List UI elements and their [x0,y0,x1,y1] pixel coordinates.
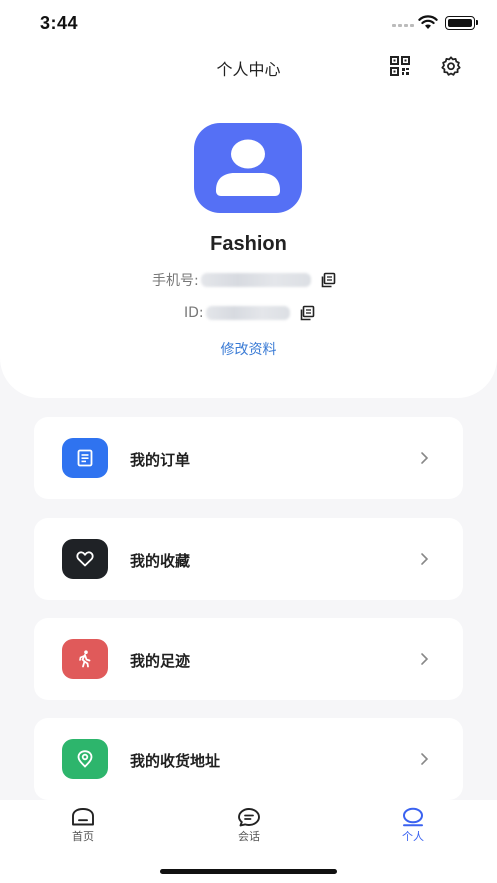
chevron-right-icon [421,653,429,665]
phone-value-blurred [200,273,311,287]
gear-icon[interactable] [440,55,462,77]
walking-person-icon [79,650,91,668]
chevron-right-icon [421,753,429,765]
menu-icon-box [62,639,108,679]
status-bar: 3:44 [0,0,497,46]
avatar[interactable] [194,123,302,213]
id-label: ID: [184,305,204,321]
home-indicator [160,869,337,874]
wifi-icon [418,15,438,29]
phone-row: 手机号: [152,270,336,290]
home-icon [72,808,94,826]
chevron-right-icon [421,452,429,464]
order-document-icon [77,449,93,467]
edit-profile-link[interactable]: 修改资料 [0,339,497,359]
menu-item-address[interactable]: 我的收货地址 [34,718,463,800]
tab-chat[interactable]: 会话 [219,807,279,844]
chat-bubble-icon [238,808,260,827]
copy-icon[interactable] [299,305,315,321]
menu-item-label: 我的足迹 [130,652,191,670]
menu-icon-box [62,539,108,579]
tab-home[interactable]: 首页 [53,807,113,844]
menu-item-label: 我的收藏 [130,552,191,570]
username: Fashion [210,233,287,255]
profile-icon [403,807,423,827]
battery-icon [445,16,478,30]
page-title: 个人中心 [216,60,281,79]
id-value-blurred [205,306,290,320]
user-icon [216,139,280,196]
chevron-right-icon [421,553,429,565]
phone-label: 手机号: [152,273,199,289]
tab-label: 会话 [238,830,260,843]
menu-icon-box [62,438,108,478]
menu-item-favorites[interactable]: 我的收藏 [34,518,463,600]
cellular-signal-icon [392,24,414,27]
menu-item-label: 我的收货地址 [130,752,221,770]
tab-profile[interactable]: 个人 [383,807,443,844]
status-time: 3:44 [40,13,79,33]
tab-label: 个人 [402,830,424,843]
tab-label: 首页 [72,830,94,843]
menu-item-label: 我的订单 [130,451,191,469]
menu-item-orders[interactable]: 我的订单 [34,417,463,499]
id-row: ID: [184,305,315,321]
copy-icon[interactable] [320,272,336,288]
qr-code-icon[interactable] [390,56,410,76]
heart-icon [76,551,94,567]
location-pin-icon [77,750,93,768]
menu-icon-box [62,739,108,779]
menu-item-footprints[interactable]: 我的足迹 [34,618,463,700]
